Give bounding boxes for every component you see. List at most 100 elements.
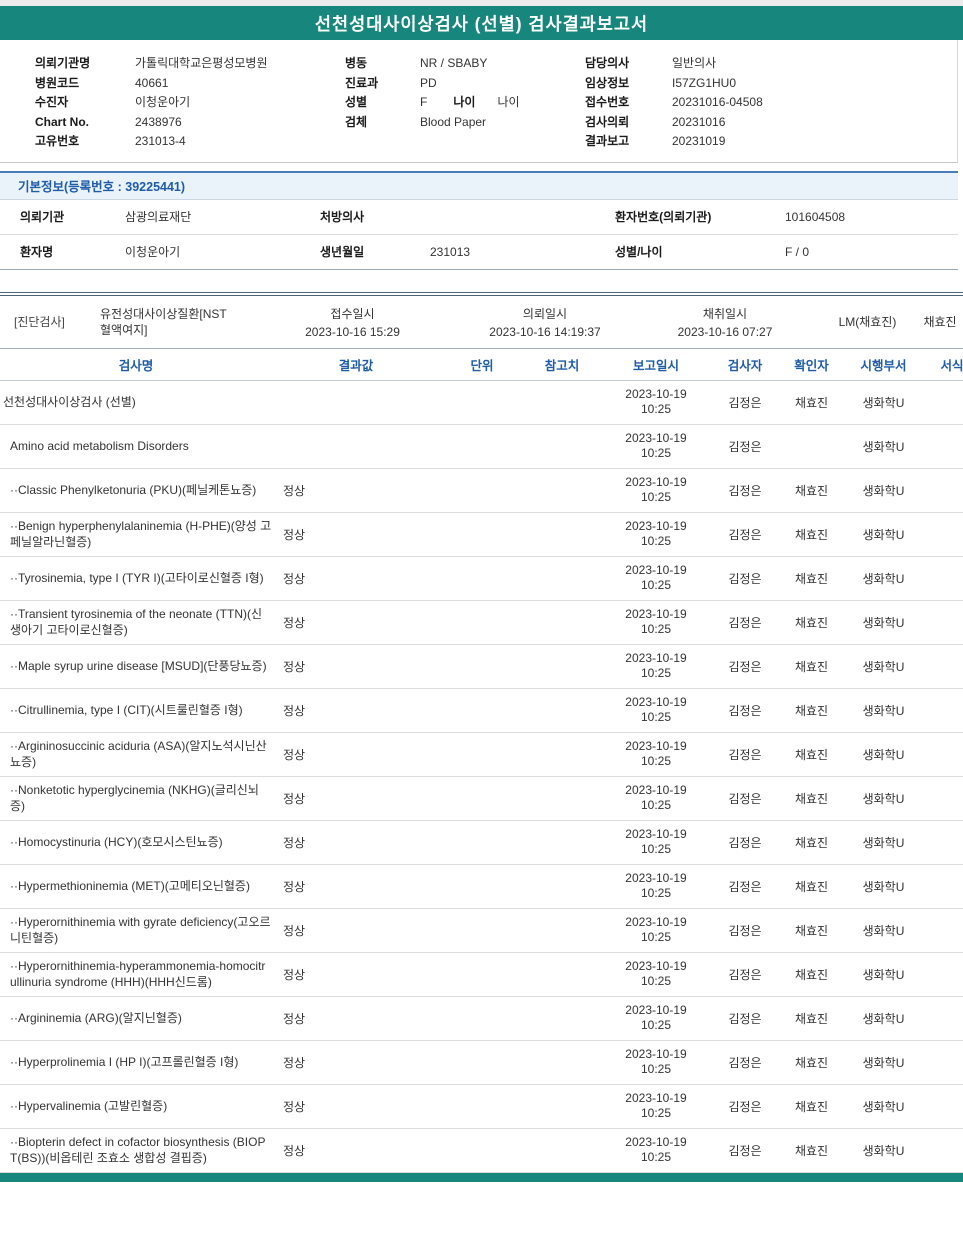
- patient-header-row: 수진자 이청운아기: [35, 93, 345, 113]
- cell-report-datetime: 2023-10-19 10:25: [600, 600, 712, 645]
- field-label: 고유번호: [35, 134, 80, 148]
- cell-reference: [524, 1128, 600, 1173]
- test-name: 선천성대사이상검사 (선별): [3, 395, 136, 409]
- cell-form: [922, 644, 963, 689]
- report-date: 2023-10-19: [625, 1135, 687, 1149]
- order-test-group: 유전성대사이상질환[NST 혈액여지]: [100, 306, 227, 337]
- cell-report-datetime: 2023-10-19 10:25: [600, 820, 712, 865]
- test-name: ··Homocystinuria (HCY)(호모시스틴뇨증): [10, 835, 223, 849]
- report-time: 10:25: [640, 534, 672, 548]
- col-header-department: 시행부서: [845, 347, 922, 381]
- cell-tester: 김정은: [712, 556, 778, 601]
- cell-department: 생화학U: [845, 1084, 922, 1129]
- patient-header-row: 성별 F 나이 나이: [345, 93, 585, 113]
- cell-report-datetime: 2023-10-19 10:25: [600, 512, 712, 557]
- report-time: 10:25: [640, 578, 672, 592]
- cell-tester: 김정은: [712, 380, 778, 425]
- cell-reference: [524, 952, 600, 997]
- col-header-unit: 단위: [440, 347, 524, 381]
- basic-info-table: 의뢰기관 삼광의료재단 처방의사 환자번호(의뢰기관) 101604508 환자…: [0, 200, 958, 270]
- test-name: Amino acid metabolism Disorders: [10, 439, 189, 453]
- cell-unit: [440, 380, 524, 425]
- test-name: ··Hypermethioninemia (MET)(고메티오닌혈증): [10, 879, 250, 893]
- cell-department: 생화학U: [845, 424, 922, 469]
- patient-header-row: 접수번호 20231016-04508: [585, 93, 915, 113]
- cell-test-name: ··Transient tyrosinemia of the neonate (…: [0, 600, 272, 645]
- field-label: 접수일시: [330, 306, 375, 321]
- cell-department: 생화학U: [845, 468, 922, 513]
- cell-report-datetime: 2023-10-19 10:25: [600, 468, 712, 513]
- cell-unit: [440, 644, 524, 689]
- cell-test-name: ··Classic Phenylketonuria (PKU)(페닐케톤뇨증): [0, 468, 272, 513]
- patient-header-row: 고유번호 231013-4: [35, 132, 345, 152]
- test-name: ··Argininemia (ARG)(알지닌혈증): [10, 1011, 182, 1025]
- cell-unit: [440, 556, 524, 601]
- test-name: ··Hypervalinemia (고발린혈증): [10, 1099, 168, 1113]
- result-row: ··Biopterin defect in cofactor biosynthe…: [0, 1128, 963, 1173]
- cell-result-value: 정상: [272, 820, 440, 865]
- cell-report-datetime: 2023-10-19 10:25: [600, 776, 712, 821]
- field-label: 검체: [345, 114, 368, 129]
- result-row: ··Transient tyrosinemia of the neonate (…: [0, 600, 963, 645]
- result-row: ··Hyperprolinemia I (HP I)(고프롤린혈증 I형) 정상…: [0, 1040, 963, 1085]
- cell-confirmer: 채효진: [778, 996, 845, 1041]
- cell-department: 생화학U: [845, 996, 922, 1041]
- order-requested-datetime: 의뢰일시 2023-10-16 14:19:37: [470, 305, 620, 339]
- results-header-row: 검사명 결과값 단위 참고치 보고일시 검사자 확인자 시행부서 서식: [0, 347, 963, 381]
- report-time: 10:25: [640, 666, 672, 680]
- basic-info-section-header: 기본정보(등록번호 : 39225441): [0, 170, 958, 200]
- result-row: ··Hypermethioninemia (MET)(고메티오닌혈증) 정상 2…: [0, 864, 963, 909]
- cell-test-name: ··Citrullinemia, type I (CIT)(시트룰린혈증 I형): [0, 688, 272, 733]
- order-collected-datetime: 채취일시 2023-10-16 07:27: [620, 305, 830, 339]
- result-row: Amino acid metabolism Disorders 2023-10-…: [0, 424, 963, 469]
- field-label: 결과보고: [585, 134, 630, 148]
- cell-department: 생화학U: [845, 1040, 922, 1085]
- cell-form: [922, 1040, 963, 1085]
- field-value: I57ZG1HU0: [672, 75, 737, 90]
- field-value: Blood Paper: [420, 114, 487, 129]
- cell-tester: 김정은: [712, 864, 778, 909]
- cell-reference: [524, 996, 600, 1041]
- cell-confirmer: 채효진: [778, 644, 845, 689]
- cell-tester: 김정은: [712, 732, 778, 777]
- cell-form: [922, 600, 963, 645]
- test-name: ··Classic Phenylketonuria (PKU)(페닐케톤뇨증): [10, 483, 257, 497]
- report-date: 2023-10-19: [625, 739, 687, 753]
- cell-unit: [440, 820, 524, 865]
- cell-result-value: 정상: [272, 1128, 440, 1173]
- field-label: 검사의뢰: [585, 114, 630, 129]
- report-time: 10:25: [640, 930, 672, 944]
- result-row: ··Homocystinuria (HCY)(호모시스틴뇨증) 정상 2023-…: [0, 820, 963, 865]
- cell-tester: 김정은: [712, 820, 778, 865]
- cell-result-value: 정상: [272, 512, 440, 557]
- field-label: 생년월일: [320, 245, 365, 259]
- result-row: ··Maple syrup urine disease [MSUD](단풍당뇨증…: [0, 644, 963, 689]
- cell-department: 생화학U: [845, 1128, 922, 1173]
- field-value: 2438976: [135, 114, 182, 129]
- test-name: ··Hyperprolinemia I (HP I)(고프롤린혈증 I형): [10, 1055, 239, 1069]
- cell-test-name: ··Biopterin defect in cofactor biosynthe…: [0, 1128, 272, 1173]
- cell-confirmer: 채효진: [778, 1128, 845, 1173]
- cell-result-value: 정상: [272, 556, 440, 601]
- report-time: 10:25: [640, 754, 672, 768]
- cell-reference: [524, 732, 600, 777]
- cell-confirmer: 채효진: [778, 556, 845, 601]
- result-row: ··Argininemia (ARG)(알지닌혈증) 정상 2023-10-19…: [0, 996, 963, 1041]
- cell-test-name: ··Homocystinuria (HCY)(호모시스틴뇨증): [0, 820, 272, 865]
- cell-unit: [440, 732, 524, 777]
- field-value: PD: [420, 75, 437, 90]
- cell-reference: [524, 424, 600, 469]
- test-name: ··Biopterin defect in cofactor biosynthe…: [10, 1135, 266, 1165]
- basic-info-cell: 생년월일 231013: [300, 243, 595, 260]
- cell-form: [922, 996, 963, 1041]
- cell-form: [922, 776, 963, 821]
- cell-tester: 김정은: [712, 1084, 778, 1129]
- cell-test-name: 선천성대사이상검사 (선별): [0, 380, 272, 425]
- cell-confirmer: 채효진: [778, 864, 845, 909]
- report-time: 10:25: [640, 402, 672, 416]
- report-date: 2023-10-19: [625, 1091, 687, 1105]
- result-row: 선천성대사이상검사 (선별) 2023-10-19 10:25 김정은 채효진 …: [0, 380, 963, 425]
- cell-confirmer: 채효진: [778, 1040, 845, 1085]
- field-label: 성별/나이: [615, 245, 663, 259]
- patient-header-row: 검체 Blood Paper: [345, 113, 585, 133]
